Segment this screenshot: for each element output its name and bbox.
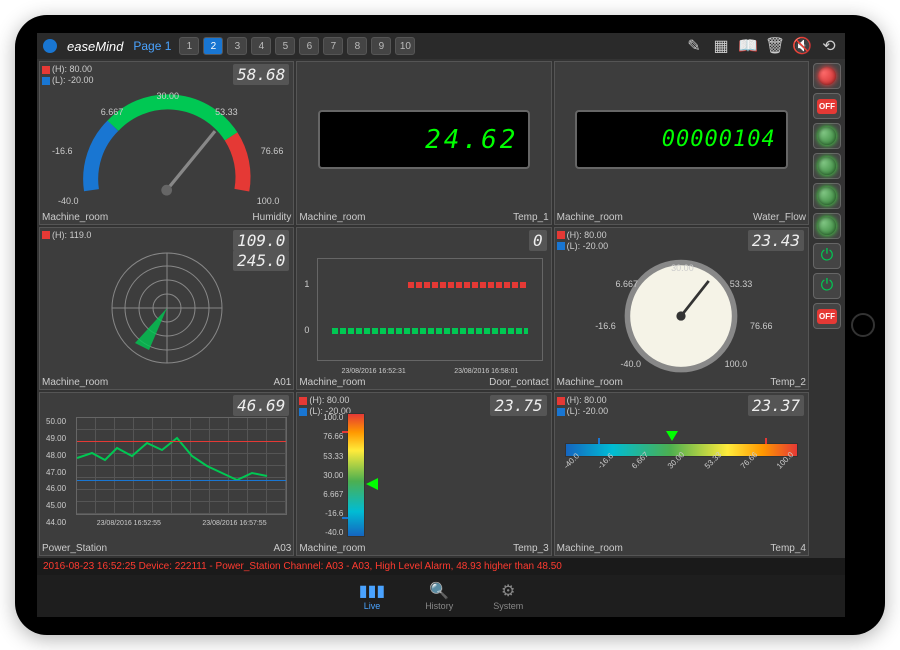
nav-system[interactable]: ⚙System	[493, 581, 523, 611]
page-10[interactable]: 10	[395, 37, 415, 55]
bottom-nav: ▮▮▮Live 🔍History ⚙System	[37, 575, 845, 617]
segment-display: 24.62	[318, 110, 531, 168]
panel-a01-radar[interactable]: (H): 119.0 109.0 245.0 Machine_roomA01	[39, 227, 294, 391]
status-led-2[interactable]	[813, 153, 841, 179]
alarm-ticker[interactable]: 2016-08-23 16:52:25 Device: 222111 - Pow…	[37, 558, 845, 575]
page-6[interactable]: 6	[299, 37, 319, 55]
alarm-led-button[interactable]	[813, 63, 841, 89]
status-led-1[interactable]	[813, 123, 841, 149]
door-chart: 1 0	[317, 258, 542, 362]
page-4[interactable]: 4	[251, 37, 271, 55]
panel-waterflow-counter[interactable]: 00000104 Machine_roomWater_Flow	[554, 61, 809, 225]
off-button-1[interactable]: OFF	[813, 93, 841, 119]
page-7[interactable]: 7	[323, 37, 343, 55]
vertical-bar	[347, 413, 365, 537]
top-bar: easeMind Page 1 1 2 3 4 5 6 7 8 9 10 ✎ ▦…	[37, 33, 845, 59]
right-sidebar: OFF ⏻ ⏻ OFF	[811, 61, 843, 556]
panel-temp3-vbar[interactable]: (H): 80.00 (L): -20.00 23.75 100.076.66 …	[296, 392, 551, 556]
panel-temp4-hbar[interactable]: (H): 80.00 (L): -20.00 23.37 -40.0-16.6 …	[554, 392, 809, 556]
screen: easeMind Page 1 1 2 3 4 5 6 7 8 9 10 ✎ ▦…	[37, 33, 845, 617]
page-9[interactable]: 9	[371, 37, 391, 55]
grid-icon[interactable]: ▦	[711, 37, 731, 55]
status-dot	[43, 39, 57, 53]
tablet-frame: easeMind Page 1 1 2 3 4 5 6 7 8 9 10 ✎ ▦…	[15, 15, 885, 635]
trash-icon[interactable]: 🗑	[765, 37, 785, 55]
panel-grid: (H): 80.00 (L): -20.00 58.68 -40.0 -16.6…	[39, 61, 809, 556]
content-area: (H): 80.00 (L): -20.00 58.68 -40.0 -16.6…	[37, 59, 845, 558]
app-logo: easeMind	[67, 39, 123, 54]
radar-plot	[107, 248, 227, 368]
panel-humidity-gauge[interactable]: (H): 80.00 (L): -20.00 58.68 -40.0 -16.6…	[39, 61, 294, 225]
status-led-3[interactable]	[813, 183, 841, 209]
page-3[interactable]: 3	[227, 37, 247, 55]
panel-door-contact[interactable]: 0 1 0 23/08/2016 16:52:31 23/08/2016 16:…	[296, 227, 551, 391]
panel-channel: Humidity	[252, 212, 291, 223]
nav-live[interactable]: ▮▮▮Live	[359, 581, 385, 611]
mute-icon[interactable]: 🔇	[792, 37, 812, 55]
page-label[interactable]: Page 1	[133, 39, 171, 53]
home-button[interactable]	[851, 313, 875, 337]
panel-temp1-display[interactable]: 24.62 Machine_roomTemp_1	[296, 61, 551, 225]
page-8[interactable]: 8	[347, 37, 367, 55]
edit-icon[interactable]: ✎	[684, 37, 704, 55]
bars-icon: ▮▮▮	[359, 581, 385, 601]
power-button-2[interactable]: ⏻	[813, 273, 841, 299]
power-button-1[interactable]: ⏻	[813, 243, 841, 269]
book-icon[interactable]: 📖	[738, 37, 758, 55]
trend-chart: 50.0049.00 48.0047.00 46.0045.00 44.00 2…	[46, 417, 287, 527]
panel-a03-trend[interactable]: 46.69 50.0049.00 48.0047.00 46.0045.00 4…	[39, 392, 294, 556]
search-icon: 🔍	[429, 581, 449, 601]
status-led-4[interactable]	[813, 213, 841, 239]
page-5[interactable]: 5	[275, 37, 295, 55]
refresh-icon[interactable]: ⟲	[819, 37, 839, 55]
off-button-2[interactable]: OFF	[813, 303, 841, 329]
nav-history[interactable]: 🔍History	[425, 581, 453, 611]
page-2[interactable]: 2	[203, 37, 223, 55]
hbar-marker	[666, 431, 678, 441]
panel-temp2-gauge[interactable]: (H): 80.00 (L): -20.00 23.43 -40.0 -16.6…	[554, 227, 809, 391]
panel-location: Machine_room	[42, 212, 108, 223]
gear-icon: ⚙	[501, 581, 515, 601]
page-1[interactable]: 1	[179, 37, 199, 55]
counter-display: 00000104	[575, 110, 788, 168]
